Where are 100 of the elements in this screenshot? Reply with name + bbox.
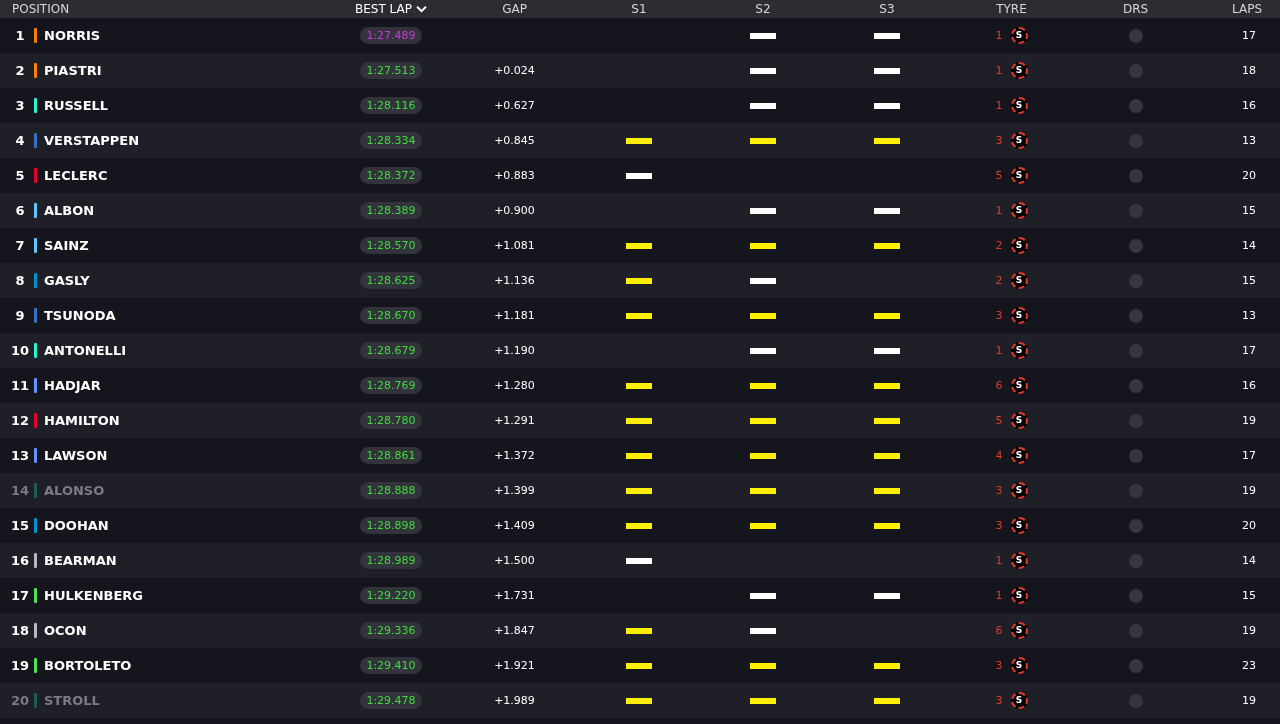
gap-text: +1.409 <box>494 519 535 532</box>
tyre-compound-badge: S <box>1010 307 1028 324</box>
drs-indicator-icon <box>1128 168 1143 183</box>
tyre-compound-badge: S <box>1010 622 1028 639</box>
lap-time-pill: 1:29.336 <box>360 622 422 639</box>
gap-text: +1.280 <box>494 379 535 392</box>
gap-text: +0.900 <box>494 204 535 217</box>
position-number: 5 <box>14 168 26 183</box>
laps-count: 19 <box>1242 484 1256 497</box>
tyre-age: 5 <box>995 169 1003 182</box>
driver-name: ALONSO <box>44 483 105 498</box>
laps-count: 15 <box>1242 589 1256 602</box>
position-number: 19 <box>9 658 31 673</box>
lap-time-pill: 1:29.220 <box>360 587 422 604</box>
column-header: GAP <box>502 2 527 16</box>
driver-name: VERSTAPPEN <box>44 133 140 148</box>
tyre-age: 3 <box>995 134 1003 147</box>
tyre-age: 4 <box>995 449 1003 462</box>
laps-count: 13 <box>1242 309 1256 322</box>
tyre-age: 1 <box>995 554 1003 567</box>
column-header[interactable]: BEST LAP <box>355 2 412 16</box>
gap-text: +1.136 <box>494 274 535 287</box>
position-number: 18 <box>9 623 31 638</box>
position-number: 6 <box>14 203 26 218</box>
sort-chevron-icon[interactable] <box>416 5 427 13</box>
driver-name: HAMILTON <box>44 413 120 428</box>
position-number: 4 <box>14 133 26 148</box>
lap-time-pill: 1:28.389 <box>360 202 422 219</box>
tyre-compound-badge: S <box>1010 482 1028 499</box>
position-number: 20 <box>9 693 31 708</box>
lap-time-pill: 1:27.489 <box>360 27 422 44</box>
tyre-age: 3 <box>995 519 1003 532</box>
tyre-compound-badge: S <box>1010 202 1028 219</box>
lap-time-pill: 1:28.780 <box>360 412 422 429</box>
laps-count: 15 <box>1242 274 1256 287</box>
laps-count: 19 <box>1242 624 1256 637</box>
position-number: 2 <box>14 63 26 78</box>
tyre-compound-badge: S <box>1010 27 1028 44</box>
drs-indicator-icon <box>1128 98 1143 113</box>
tyre-compound-badge: S <box>1010 692 1028 709</box>
drs-indicator-icon <box>1128 448 1143 463</box>
tyre-age: 2 <box>995 274 1003 287</box>
gap-text: +1.731 <box>494 589 535 602</box>
drs-indicator-icon <box>1128 588 1143 603</box>
drs-indicator-icon <box>1128 308 1143 323</box>
driver-name: SAINZ <box>44 238 89 253</box>
tyre-compound-badge: S <box>1010 517 1028 534</box>
laps-count: 19 <box>1242 414 1256 427</box>
gap-text: +1.921 <box>494 659 535 672</box>
position-number: 14 <box>9 483 31 498</box>
position-number: 1 <box>14 28 26 43</box>
column-header: S3 <box>879 2 895 16</box>
tyre-compound-badge: S <box>1010 97 1028 114</box>
gap-text: +1.291 <box>494 414 535 427</box>
laps-count: 18 <box>1242 64 1256 77</box>
tyre-age: 3 <box>995 694 1003 707</box>
lap-time-pill: 1:28.570 <box>360 237 422 254</box>
tyre-age: 1 <box>995 204 1003 217</box>
gap-text: +1.989 <box>494 694 535 707</box>
tyre-compound-badge: S <box>1010 587 1028 604</box>
column-header: POSITION <box>12 2 70 16</box>
position-number: 16 <box>9 553 31 568</box>
position-number: 10 <box>9 343 31 358</box>
gap-text: +0.845 <box>494 134 535 147</box>
gap-text: +1.500 <box>494 554 535 567</box>
laps-count: 16 <box>1242 99 1256 112</box>
laps-count: 19 <box>1242 694 1256 707</box>
position-number: 15 <box>9 518 31 533</box>
driver-name: LAWSON <box>44 448 108 463</box>
driver-name: OCON <box>44 623 87 638</box>
position-number: 7 <box>14 238 26 253</box>
tyre-compound-badge: S <box>1010 412 1028 429</box>
column-header: S1 <box>631 2 647 16</box>
lap-time-pill: 1:28.670 <box>360 307 422 324</box>
tyre-compound-badge: S <box>1010 552 1028 569</box>
driver-name: STROLL <box>44 693 100 708</box>
lap-time-pill: 1:28.861 <box>360 447 422 464</box>
driver-name: TSUNODA <box>44 308 116 323</box>
gap-text: +1.399 <box>494 484 535 497</box>
lap-time-pill: 1:28.679 <box>360 342 422 359</box>
laps-count: 14 <box>1242 554 1256 567</box>
laps-count: 17 <box>1242 29 1256 42</box>
lap-time-pill: 1:27.513 <box>360 62 422 79</box>
lap-time-pill: 1:28.334 <box>360 132 422 149</box>
driver-name: ALBON <box>44 203 95 218</box>
tyre-age: 1 <box>995 64 1003 77</box>
position-number: 3 <box>14 98 26 113</box>
tyre-compound-badge: S <box>1010 447 1028 464</box>
column-header: DRS <box>1122 2 1149 16</box>
tyre-age: 6 <box>995 624 1003 637</box>
driver-name: HADJAR <box>44 378 101 393</box>
tyre-age: 2 <box>995 239 1003 252</box>
position-number: 11 <box>9 378 31 393</box>
driver-name: BORTOLETO <box>44 658 132 673</box>
tyre-age: 6 <box>995 379 1003 392</box>
position-number: 8 <box>14 273 26 288</box>
lap-time-pill: 1:28.888 <box>360 482 422 499</box>
driver-name: LECLERC <box>44 168 108 183</box>
gap-text: +1.190 <box>494 344 535 357</box>
tyre-compound-badge: S <box>1010 377 1028 394</box>
